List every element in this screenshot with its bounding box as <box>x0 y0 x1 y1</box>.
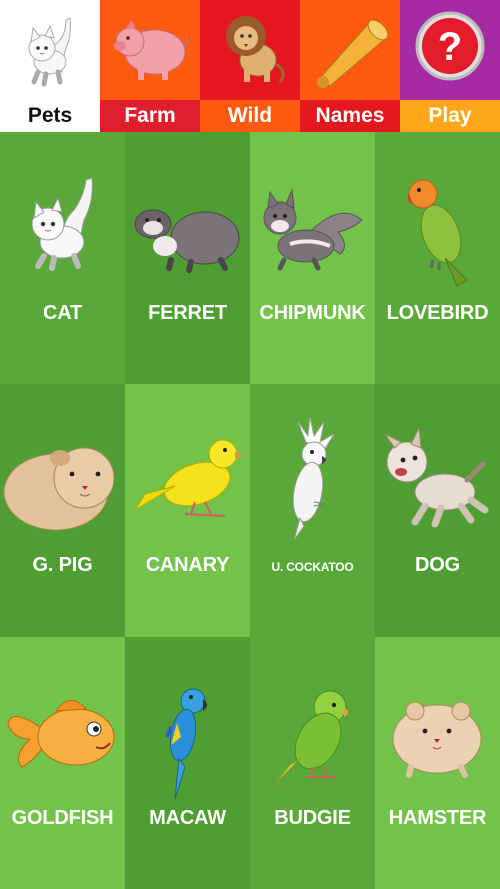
animal-tile-canary[interactable]: CANARY <box>125 384 250 637</box>
animal-tile-budgie[interactable]: BUDGIE <box>250 637 375 889</box>
cat-icon <box>0 0 100 100</box>
hamster-icon <box>375 667 500 807</box>
tab-label: Farm <box>100 100 200 132</box>
animal-label: GOLDFISH <box>11 807 114 829</box>
animal-tile-chipmunk[interactable]: CHIPMUNK <box>250 132 375 384</box>
animal-label: G. PIG <box>32 554 93 576</box>
dog-icon <box>375 414 500 554</box>
tab-label: Wild <box>200 100 300 132</box>
ferret-icon <box>125 162 250 302</box>
megaphone-icon <box>300 0 400 100</box>
tab-label: Play <box>400 100 500 132</box>
tab-label: Names <box>300 100 400 132</box>
cat-icon <box>0 162 125 302</box>
animal-label: FERRET <box>148 302 227 324</box>
cockatoo-icon <box>250 414 375 554</box>
lion-icon <box>200 0 300 100</box>
animal-label: U. COCKATOO <box>271 560 354 574</box>
animal-label: MACAW <box>149 807 226 829</box>
animal-tile-cockatoo[interactable]: U. COCKATOO <box>250 384 375 637</box>
svg-text:?: ? <box>438 25 462 69</box>
pig-icon <box>100 0 200 100</box>
animal-label: LOVEBIRD <box>386 302 489 324</box>
category-tab-bar: Pets Farm Wild Names ? Play <box>0 0 500 132</box>
tab-pets[interactable]: Pets <box>0 0 100 132</box>
guinea-pig-icon <box>0 414 125 554</box>
animal-tile-dog[interactable]: DOG <box>375 384 500 637</box>
animal-label: BUDGIE <box>274 807 351 829</box>
macaw-icon <box>125 667 250 807</box>
animal-tile-cat[interactable]: CAT <box>0 132 125 384</box>
chipmunk-icon <box>250 162 375 302</box>
animal-label: DOG <box>415 554 460 576</box>
animal-label: CHIPMUNK <box>259 302 366 324</box>
animal-tile-guinea-pig[interactable]: G. PIG <box>0 384 125 637</box>
lovebird-icon <box>375 162 500 302</box>
tab-play[interactable]: ? Play <box>400 0 500 132</box>
budgie-icon <box>250 667 375 807</box>
animal-tile-lovebird[interactable]: LOVEBIRD <box>375 132 500 384</box>
animal-tile-ferret[interactable]: FERRET <box>125 132 250 384</box>
tab-label: Pets <box>0 100 100 132</box>
goldfish-icon <box>0 667 125 807</box>
canary-icon <box>125 414 250 554</box>
animal-tile-macaw[interactable]: MACAW <box>125 637 250 889</box>
animal-tile-hamster[interactable]: HAMSTER <box>375 637 500 889</box>
tab-farm[interactable]: Farm <box>100 0 200 132</box>
animal-label: CAT <box>42 302 83 324</box>
animal-grid: CAT FERRET CHIPMUNK LOVEBIRD G. PIG CANA… <box>0 132 500 889</box>
animal-tile-goldfish[interactable]: GOLDFISH <box>0 637 125 889</box>
tab-names[interactable]: Names <box>300 0 400 132</box>
question-icon: ? <box>400 0 500 100</box>
tab-wild[interactable]: Wild <box>200 0 300 132</box>
animal-label: HAMSTER <box>388 807 487 829</box>
animal-label: CANARY <box>145 554 230 576</box>
